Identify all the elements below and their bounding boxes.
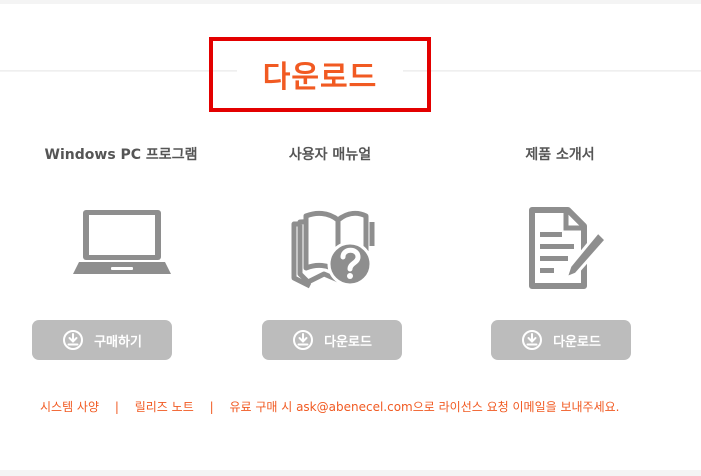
- release-notes-link[interactable]: 릴리즈 노트: [135, 400, 194, 414]
- title-highlight-box: 다운로드: [209, 37, 431, 112]
- download-panel: 다운로드 Windows PC 프로그램 구매하기 사용자 매뉴얼 다운로드 제…: [0, 4, 701, 470]
- column-title: 사용자 매뉴얼: [288, 147, 372, 163]
- column-title: Windows PC 프로그램: [44, 147, 198, 163]
- download-icon: [293, 330, 314, 350]
- brochure-download-label: 다운로드: [553, 334, 601, 350]
- buy-button[interactable]: 구매하기: [32, 320, 172, 360]
- document-pen-icon: [445, 202, 675, 292]
- download-icon: [522, 330, 543, 350]
- manual-download-label: 다운로드: [324, 334, 372, 350]
- column-windows-program: Windows PC 프로그램 구매하기: [0, 144, 230, 360]
- manual-download-button[interactable]: 다운로드: [262, 320, 402, 360]
- footer-links: 시스템 사양 | 릴리즈 노트 | 유료 구매 시 ask@abenecel.c…: [40, 398, 620, 415]
- system-spec-link[interactable]: 시스템 사양: [40, 400, 99, 414]
- download-icon: [63, 330, 84, 350]
- footer-separator: |: [209, 400, 214, 414]
- column-user-manual: 사용자 매뉴얼 다운로드: [215, 144, 445, 360]
- footer-separator: |: [114, 400, 119, 414]
- brochure-download-button[interactable]: 다운로드: [491, 320, 631, 360]
- license-request-text: 유료 구매 시 ask@abenecel.com으로 라이선스 요청 이메일을 …: [229, 400, 620, 414]
- column-title: 제품 소개서: [525, 147, 595, 163]
- buy-button-label: 구매하기: [94, 334, 142, 350]
- laptop-icon: [0, 202, 230, 292]
- page-title: 다운로드: [236, 49, 404, 98]
- manual-question-icon: [215, 202, 445, 292]
- column-product-brochure: 제품 소개서 다운로드: [445, 144, 675, 360]
